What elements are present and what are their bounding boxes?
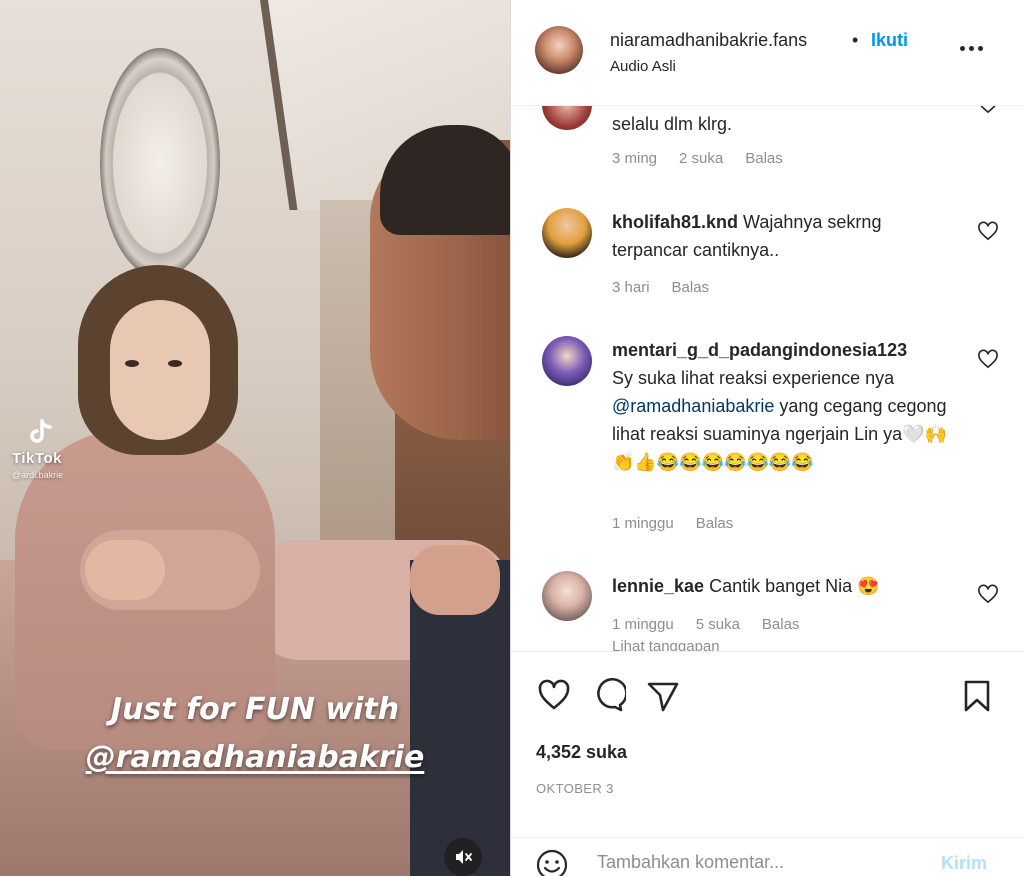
heart-icon[interactable] [977,106,999,114]
tiktok-logo-icon [30,419,52,443]
video-player[interactable]: TikTok @ardi.bakrie Just for FUN with @r… [0,0,510,876]
follow-button[interactable]: Ikuti [871,30,908,51]
comment-meta: 1 minggu 5 suka Balas [612,616,799,633]
comment-text: lennie_kae Cantik banget Nia 😍 [612,576,880,596]
reply-button[interactable]: Balas [672,279,710,296]
add-comment-bar: Kirim [511,837,1024,876]
post-header: niaramadhanibakrie.fans • Ikuti Audio As… [511,0,1024,106]
comment-text: kholifah81.knd Wajahnya sekrng terpancar… [612,212,882,260]
post-author-username[interactable]: niaramadhanibakrie.fans [610,30,807,51]
post-actions: 4,352 suka OKTOBER 3 Kirim [511,651,1024,876]
more-options-icon[interactable] [960,38,990,58]
heart-icon[interactable] [977,349,999,369]
mirror-in-video [100,48,220,278]
heart-icon[interactable] [977,221,999,241]
audio-link[interactable]: Audio Asli [610,58,676,75]
view-replies-button[interactable]: Lihat tanggapan [612,638,720,651]
mention-link[interactable]: @ramadhaniabakrie [612,396,774,416]
avatar[interactable] [542,106,592,130]
comment-icon[interactable] [590,678,626,714]
comment-text: mentari_g_d_padangindonesia123 Sy suka l… [612,340,947,472]
comment-text: selalu dlm klrg. [612,114,733,134]
comment-time: 1 minggu [612,515,674,532]
heart-icon[interactable] [977,584,999,604]
avatar[interactable] [542,571,592,621]
mute-button[interactable] [444,838,482,876]
comment-username[interactable]: kholifah81.knd [612,212,738,232]
tiktok-brand: TikTok [12,450,62,467]
heart-icon[interactable] [536,678,572,714]
video-caption-line1: Just for FUN with [110,692,400,727]
reply-button[interactable]: Balas [696,515,734,532]
header-separator: • [852,30,859,50]
avatar[interactable] [542,336,592,386]
comment-likes[interactable]: 2 suka [679,150,723,167]
comment-meta: 3 ming 2 suka Balas [612,150,783,167]
avatar[interactable] [535,26,583,74]
comment-likes[interactable]: 5 suka [696,616,740,633]
post-sidebar: niaramadhanibakrie.fans • Ikuti Audio As… [510,0,1024,876]
comment-username[interactable]: mentari_g_d_padangindonesia123 [612,340,907,360]
instagram-post-modal: TikTok @ardi.bakrie Just for FUN with @r… [0,0,1024,876]
comments-list[interactable]: selalu dlm klrg. 3 ming 2 suka Balas kho… [511,106,1024,651]
bookmark-icon[interactable] [959,678,995,714]
comment-meta: 1 minggu Balas [612,515,733,532]
reply-button[interactable]: Balas [762,616,800,633]
comment-input[interactable] [597,852,917,873]
avatar[interactable] [542,208,592,258]
video-caption-mention: @ramadhaniabakrie [85,740,425,775]
tiktok-watermark: TikTok @ardi.bakrie [12,418,112,480]
likes-count[interactable]: 4,352 suka [536,742,627,763]
comment-username[interactable]: lennie_kae [612,576,704,596]
comment-time: 3 hari [612,279,650,296]
reply-button[interactable]: Balas [745,150,783,167]
comment-time: 3 ming [612,150,658,167]
comment-meta: 3 hari Balas [612,279,709,296]
post-comment-button[interactable]: Kirim [941,853,987,874]
mute-icon [456,850,472,864]
tiktok-username: @ardi.bakrie [12,470,64,480]
share-icon[interactable] [645,678,681,714]
post-date: OKTOBER 3 [536,781,614,796]
comment-time: 1 minggu [612,616,674,633]
emoji-icon[interactable] [535,848,569,876]
